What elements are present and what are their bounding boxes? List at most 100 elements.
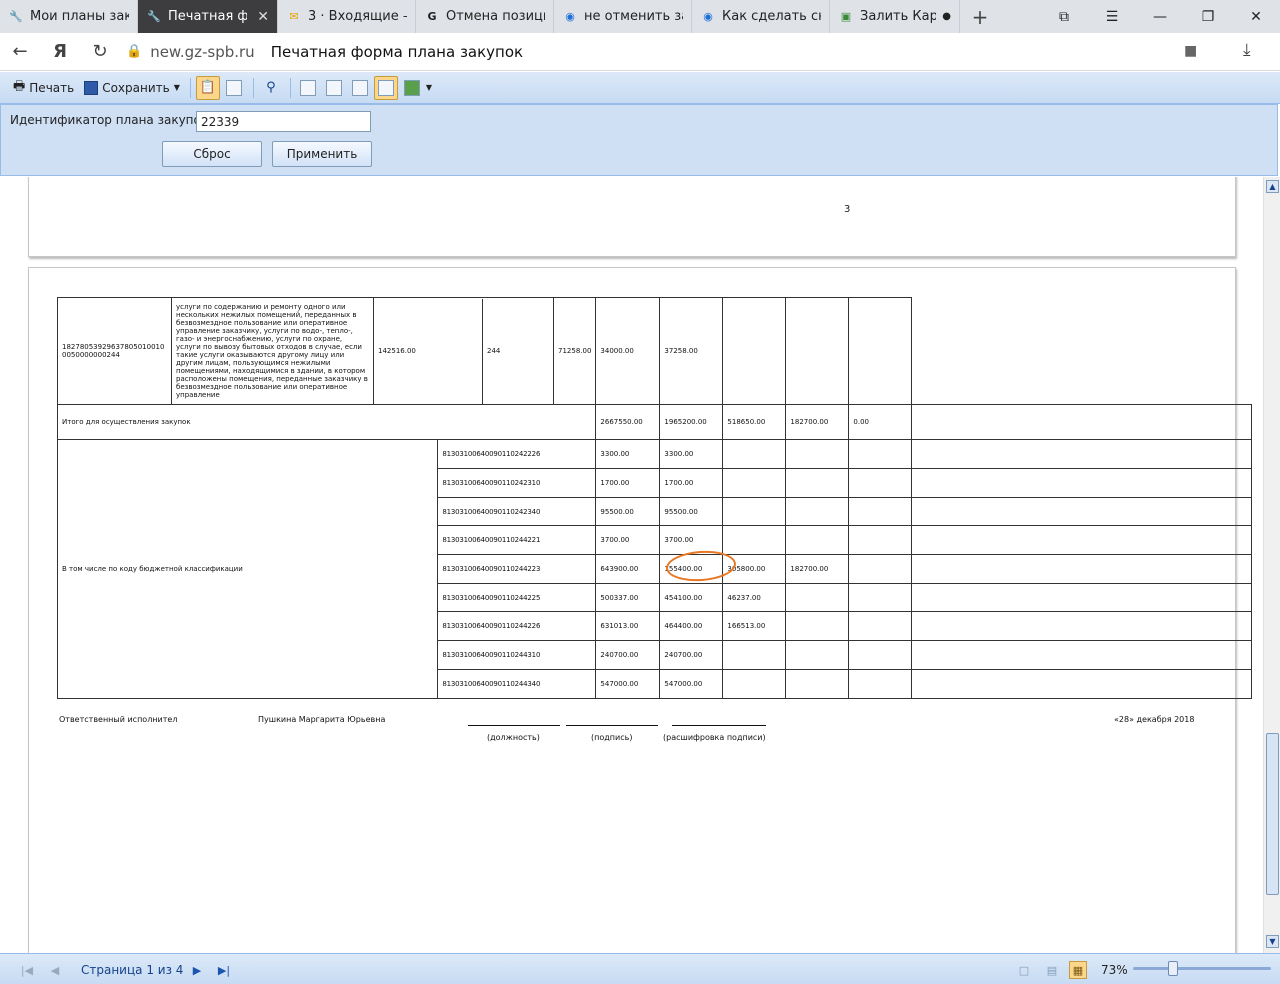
url-field[interactable]: 🔒 new.gz-spb.ru Печатная форма плана зак… bbox=[126, 43, 523, 61]
signature-caption: (подпись) bbox=[591, 733, 633, 742]
browser-tab-search1[interactable]: ◉ не отменить зак bbox=[554, 0, 692, 33]
browser-tab-inbox[interactable]: ✉ 3 · Входящие — bbox=[278, 0, 416, 33]
mail-icon: ✉ bbox=[289, 10, 299, 23]
plan-id-label: Идентификатор плана закупок bbox=[10, 113, 209, 127]
single-page-button[interactable] bbox=[296, 76, 320, 100]
value-cell bbox=[848, 583, 913, 612]
value-cell bbox=[785, 669, 850, 699]
new-tab-button[interactable]: + bbox=[960, 5, 1000, 29]
chevron-down-icon[interactable]: ▼ bbox=[426, 83, 432, 92]
browser-tab-search2[interactable]: ◉ Как сделать сни bbox=[692, 0, 830, 33]
view-mode-button[interactable] bbox=[400, 76, 424, 100]
page-width-icon bbox=[377, 79, 394, 96]
value-cell bbox=[722, 640, 787, 670]
close-window-icon[interactable]: ✕ bbox=[1232, 0, 1280, 33]
minimize-icon[interactable]: — bbox=[1136, 0, 1184, 33]
value-cell: 95500.00 bbox=[659, 497, 724, 526]
multipage-view-icon[interactable]: ▦ bbox=[1069, 961, 1087, 979]
value-cell: 46237.00 bbox=[722, 583, 787, 612]
lock-icon: 🔒 bbox=[126, 44, 143, 59]
decode-caption: (расшифровка подписи) bbox=[663, 733, 766, 742]
scrollbar-thumb[interactable] bbox=[1266, 733, 1279, 895]
download-icon[interactable]: ⤓ bbox=[1243, 40, 1251, 60]
reload-icon[interactable]: ↻ bbox=[80, 33, 120, 71]
report-toolbar: 🖶 Печать Сохранить ▼ 📋 ⚲ ▼ bbox=[0, 72, 1280, 104]
kbk-code-cell: 81303100640090110244225 bbox=[437, 583, 597, 612]
purchase-description-cell: услуги по содержанию и ремонту одного ил… bbox=[171, 297, 374, 405]
value-cell: 464400.00 bbox=[659, 611, 724, 641]
value-cell: 3700.00 bbox=[595, 525, 661, 555]
menu-icon[interactable]: ☰ bbox=[1088, 0, 1136, 33]
zoom-slider[interactable] bbox=[1133, 967, 1271, 970]
value-cell bbox=[722, 669, 787, 699]
browser-tab-plans[interactable]: 🔧 Мои планы заку bbox=[0, 0, 138, 33]
total-row: Итого для осуществления закупок 2667550.… bbox=[56, 404, 1253, 440]
value-cell bbox=[722, 497, 787, 526]
budget-classification-label: В том числе по коду бюджетной классифика… bbox=[56, 439, 439, 699]
bookmark-icon[interactable]: ■ bbox=[1184, 43, 1197, 59]
reset-button[interactable]: Сброс bbox=[162, 141, 262, 167]
value-cell: 34000.00 bbox=[595, 297, 661, 405]
page-width-button[interactable] bbox=[373, 75, 398, 100]
kbk-code-cell: 81303100640090110242340 bbox=[437, 497, 597, 526]
kbk-row: В том числе по коду бюджетной классифика… bbox=[56, 439, 1253, 699]
next-page-icon[interactable]: ▶ bbox=[188, 961, 206, 979]
single-page-view-icon[interactable]: □ bbox=[1015, 961, 1033, 979]
image-icon: ▣ bbox=[840, 10, 852, 23]
amount-cell: 142516.00 bbox=[375, 298, 483, 404]
continuous-view-icon[interactable]: ▤ bbox=[1043, 961, 1061, 979]
signature-line bbox=[672, 725, 766, 726]
value-cell bbox=[848, 468, 913, 498]
restore-icon[interactable]: ❐ bbox=[1184, 0, 1232, 33]
save-button[interactable]: Сохранить ▼ bbox=[79, 76, 185, 100]
scroll-down-icon[interactable]: ▼ bbox=[1266, 935, 1279, 948]
plan-id-input[interactable] bbox=[196, 111, 371, 132]
browser-tab-cancel[interactable]: G Отмена позици bbox=[416, 0, 554, 33]
value-cell bbox=[785, 497, 850, 526]
value-cell: 547000.00 bbox=[659, 669, 724, 699]
value-cell bbox=[848, 669, 913, 699]
vertical-scrollbar[interactable]: ▲ ▼ bbox=[1263, 177, 1280, 953]
purchase-code-cell: 182780539296378050100100050000000244 bbox=[57, 297, 172, 405]
find-button[interactable]: ⚲ bbox=[259, 76, 283, 100]
apply-button[interactable]: Применить bbox=[272, 141, 372, 167]
binoculars-icon: ⚲ bbox=[266, 80, 276, 95]
first-page-icon[interactable]: |◀ bbox=[18, 961, 36, 979]
bookmarks-icon[interactable]: ⧉ bbox=[1040, 0, 1088, 33]
tab-title: не отменить зак bbox=[584, 9, 683, 24]
value-cell bbox=[911, 525, 1253, 555]
close-tab-icon[interactable]: ✕ bbox=[257, 9, 269, 25]
kbk-code-cell: 81303100640090110242310 bbox=[437, 468, 597, 498]
signature-line bbox=[566, 725, 658, 726]
value-cell bbox=[785, 525, 850, 555]
browser-tab-upload[interactable]: ▣ Залить Карти ● bbox=[830, 0, 960, 33]
value-cell: 182700.00 bbox=[785, 554, 850, 584]
value-cell: 454100.00 bbox=[659, 583, 724, 612]
value-cell bbox=[722, 439, 787, 469]
value-cell bbox=[848, 640, 913, 670]
kbk-code-cell: 81303100640090110244226 bbox=[437, 611, 597, 641]
print-button[interactable]: 🖶 Печать bbox=[8, 76, 79, 100]
unsaved-dot-icon: ● bbox=[942, 11, 951, 22]
parameters-toggle-button[interactable]: 📋 bbox=[195, 75, 220, 100]
value-cell bbox=[848, 611, 913, 641]
continuous-page-button[interactable] bbox=[322, 76, 346, 100]
bookmarks-toggle-button[interactable] bbox=[222, 76, 246, 100]
value-cell: 3300.00 bbox=[595, 439, 661, 469]
tab-title: Мои планы заку bbox=[30, 9, 129, 24]
previous-page-icon[interactable]: ◀ bbox=[46, 961, 64, 979]
browser-tab-print-form[interactable]: 🔧 Печатная фор ✕ bbox=[138, 0, 278, 33]
last-page-icon[interactable]: ▶| bbox=[215, 961, 233, 979]
zoom-slider-thumb[interactable] bbox=[1168, 961, 1178, 976]
value-cell: 500337.00 bbox=[595, 583, 661, 612]
scroll-up-icon[interactable]: ▲ bbox=[1266, 180, 1279, 193]
yandex-icon[interactable]: Я bbox=[40, 33, 80, 71]
multiple-pages-button[interactable] bbox=[348, 76, 372, 100]
tab-title: Отмена позици bbox=[446, 9, 545, 24]
two-pages-icon bbox=[351, 79, 368, 96]
value-cell: 240700.00 bbox=[595, 640, 661, 670]
back-icon[interactable]: ← bbox=[0, 33, 40, 71]
value-cell bbox=[848, 525, 913, 555]
printer-icon: 🖶 bbox=[13, 78, 26, 94]
grid-icon bbox=[403, 79, 420, 96]
